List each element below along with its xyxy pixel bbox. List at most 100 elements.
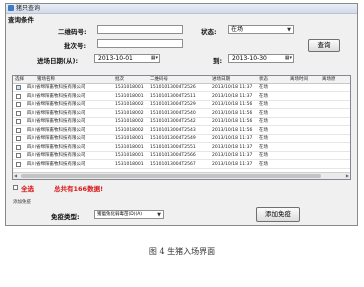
row-checkbox[interactable] — [16, 85, 21, 90]
figure-caption: 图 4 生猪入场界面 — [148, 247, 216, 256]
date-from-picker[interactable]: 2013-10-01 ▦▾ — [94, 54, 160, 63]
cell-status: 在场 — [259, 161, 268, 167]
pig-table: 选择 猪场名称 批次 二维码号 进场日期 状态 离场时间 离场原 四川省绵阳畜牧… — [12, 75, 351, 180]
row-checkbox[interactable] — [16, 153, 21, 158]
cell-status: 在场 — [259, 110, 268, 116]
table-row[interactable]: 四川省绵阳畜牧科技有限公司 1531018002 15101013004T2542 2… — [13, 118, 350, 126]
col-select: 选择 — [15, 77, 24, 82]
batch-input[interactable] — [97, 39, 183, 48]
add-immune-button[interactable]: 添加免疫 — [256, 207, 300, 222]
cell-date: 2013/10/18 11:37 — [212, 153, 253, 158]
cell-date: 2013/10/18 11:37 — [212, 161, 253, 167]
title-bar: 猪只查询 — [6, 4, 357, 14]
date-to-picker[interactable]: 2013-10-30 ▦▾ — [228, 54, 294, 63]
cell-code: 15101013004T2529 — [150, 102, 196, 107]
cell-code: 15101013004T2542 — [150, 119, 196, 124]
query-section-title: 查询条件 — [8, 16, 34, 24]
table-row[interactable]: 四川省绵阳畜牧科技有限公司 1531018001 15101013004T2567 2… — [13, 161, 350, 169]
row-checkbox[interactable] — [16, 102, 21, 107]
row-checkbox[interactable] — [16, 110, 21, 116]
table-row[interactable]: 四川省绵阳畜牧科技有限公司 1531018001 15101013004T2526 2… — [13, 84, 350, 92]
cell-code: 15101013004T2543 — [150, 127, 196, 133]
cell-date: 2013/10/18 11:56 — [212, 102, 253, 107]
ear-code-input[interactable] — [97, 25, 183, 34]
row-checkbox[interactable] — [16, 144, 21, 150]
table-row[interactable]: 四川省绵阳畜牧科技有限公司 1531018001 15101013004T2551 2… — [13, 144, 350, 152]
table-row[interactable]: 四川省绵阳畜牧科技有限公司 1531018001 15101013004T2566 2… — [13, 152, 350, 160]
cell-farm: 四川省绵阳畜牧科技有限公司 — [27, 93, 86, 99]
cell-batch: 1531018002 — [115, 102, 144, 107]
cell-farm: 四川省绵阳畜牧科技有限公司 — [27, 127, 86, 133]
cell-farm: 四川省绵阳畜牧科技有限公司 — [27, 85, 86, 90]
cell-batch: 1531018002 — [115, 110, 144, 116]
cell-farm: 四川省绵阳畜牧科技有限公司 — [27, 161, 86, 167]
cell-code: 15101013004T2567 — [150, 161, 196, 167]
status-label: 状态: — [201, 28, 217, 36]
immune-type-label: 免疫类型: — [51, 213, 80, 221]
col-farm: 猪场名称 — [37, 77, 55, 82]
cell-status: 在场 — [259, 153, 268, 158]
search-button[interactable]: 查询 — [308, 39, 340, 52]
row-checkbox[interactable] — [16, 127, 21, 133]
row-checkbox[interactable] — [16, 136, 21, 141]
horizontal-scrollbar[interactable]: ◀ ▶ — [13, 172, 350, 179]
cell-status: 在场 — [259, 85, 268, 90]
cell-code: 15101013004T2511 — [150, 93, 196, 99]
cell-date: 2013/10/18 11:37 — [212, 136, 253, 141]
window-title: 猪只查询 — [16, 5, 41, 12]
cell-date: 2013/10/18 11:37 — [212, 144, 253, 150]
scroll-right-icon[interactable]: ▶ — [346, 173, 349, 178]
status-select-value: 在场 — [231, 26, 244, 33]
col-batch: 批次 — [115, 77, 124, 82]
cell-date: 2013/10/18 11:37 — [212, 93, 253, 99]
immune-type-select[interactable]: 猪瘟兔化弱毒苗(D)(A) ▼ — [94, 210, 164, 219]
cell-batch: 1531018002 — [115, 127, 144, 133]
cell-batch: 1531018001 — [115, 136, 144, 141]
col-status: 状态 — [259, 77, 268, 82]
app-icon — [8, 5, 14, 11]
cell-date: 2013/10/18 11:56 — [212, 119, 253, 124]
col-date: 进场日期 — [212, 77, 230, 82]
total-count-text: 总共有166数据! — [54, 185, 104, 193]
cell-date: 2013/10/18 11:56 — [212, 110, 253, 116]
cell-farm: 四川省绵阳畜牧科技有限公司 — [27, 144, 86, 150]
cell-code: 15101013004T2551 — [150, 144, 196, 150]
chevron-down-icon: ▼ — [157, 212, 161, 218]
cell-batch: 1531018001 — [115, 153, 144, 158]
cell-status: 在场 — [259, 119, 268, 124]
select-all-checkbox[interactable] — [13, 185, 18, 190]
calendar-dropdown-icon: ▦▾ — [284, 55, 292, 61]
table-row[interactable]: 四川省绵阳畜牧科技有限公司 1531018002 15101013004T2529 2… — [13, 101, 350, 109]
cell-batch: 1531018001 — [115, 161, 144, 167]
cell-code: 15101013004T2526 — [150, 85, 196, 90]
cell-status: 在场 — [259, 144, 268, 150]
cell-status: 在场 — [259, 93, 268, 99]
date-to-value: 2013-10-30 — [232, 55, 267, 62]
cell-farm: 四川省绵阳畜牧科技有限公司 — [27, 102, 86, 107]
col-leave-time: 离场时间 — [290, 77, 308, 82]
table-row[interactable]: 四川省绵阳畜牧科技有限公司 1531018002 15101013004T2540 2… — [13, 110, 350, 118]
cell-farm: 四川省绵阳畜牧科技有限公司 — [27, 136, 86, 141]
cell-date: 2013/10/18 11:37 — [212, 85, 253, 90]
date-to-label: 到: — [213, 57, 223, 65]
row-checkbox[interactable] — [16, 93, 21, 99]
table-row[interactable]: 四川省绵阳畜牧科技有限公司 1531018001 15101013004T2511 2… — [13, 93, 350, 101]
cell-status: 在场 — [259, 127, 268, 133]
scroll-left-icon[interactable]: ◀ — [14, 173, 17, 178]
date-from-label: 进场日期(从): — [37, 57, 79, 65]
table-row[interactable]: 四川省绵阳畜牧科技有限公司 1531018002 15101013004T2543 2… — [13, 127, 350, 135]
row-checkbox[interactable] — [16, 119, 21, 124]
status-select[interactable]: 在场 ▼ — [228, 25, 294, 34]
batch-label: 批次号: — [64, 42, 87, 50]
table-row[interactable]: 四川省绵阳畜牧科技有限公司 1531018001 15101013004T2549 2… — [13, 135, 350, 143]
row-checkbox[interactable] — [16, 161, 21, 167]
cell-code: 15101013004T2540 — [150, 110, 196, 116]
date-from-value: 2013-10-01 — [98, 55, 133, 62]
cell-code: 15101013004T2549 — [150, 136, 196, 141]
cell-farm: 四川省绵阳畜牧科技有限公司 — [27, 119, 86, 124]
add-immune-section-label: 添加免疫 — [13, 200, 31, 205]
select-all-label[interactable]: 全选 — [21, 183, 34, 193]
scroll-thumb[interactable] — [21, 174, 321, 178]
app-window: 猪只查询 查询条件 二维码号: 批次号: 进场日期(从): 2013-10-01… — [5, 3, 358, 226]
cell-batch: 1531018001 — [115, 144, 144, 150]
